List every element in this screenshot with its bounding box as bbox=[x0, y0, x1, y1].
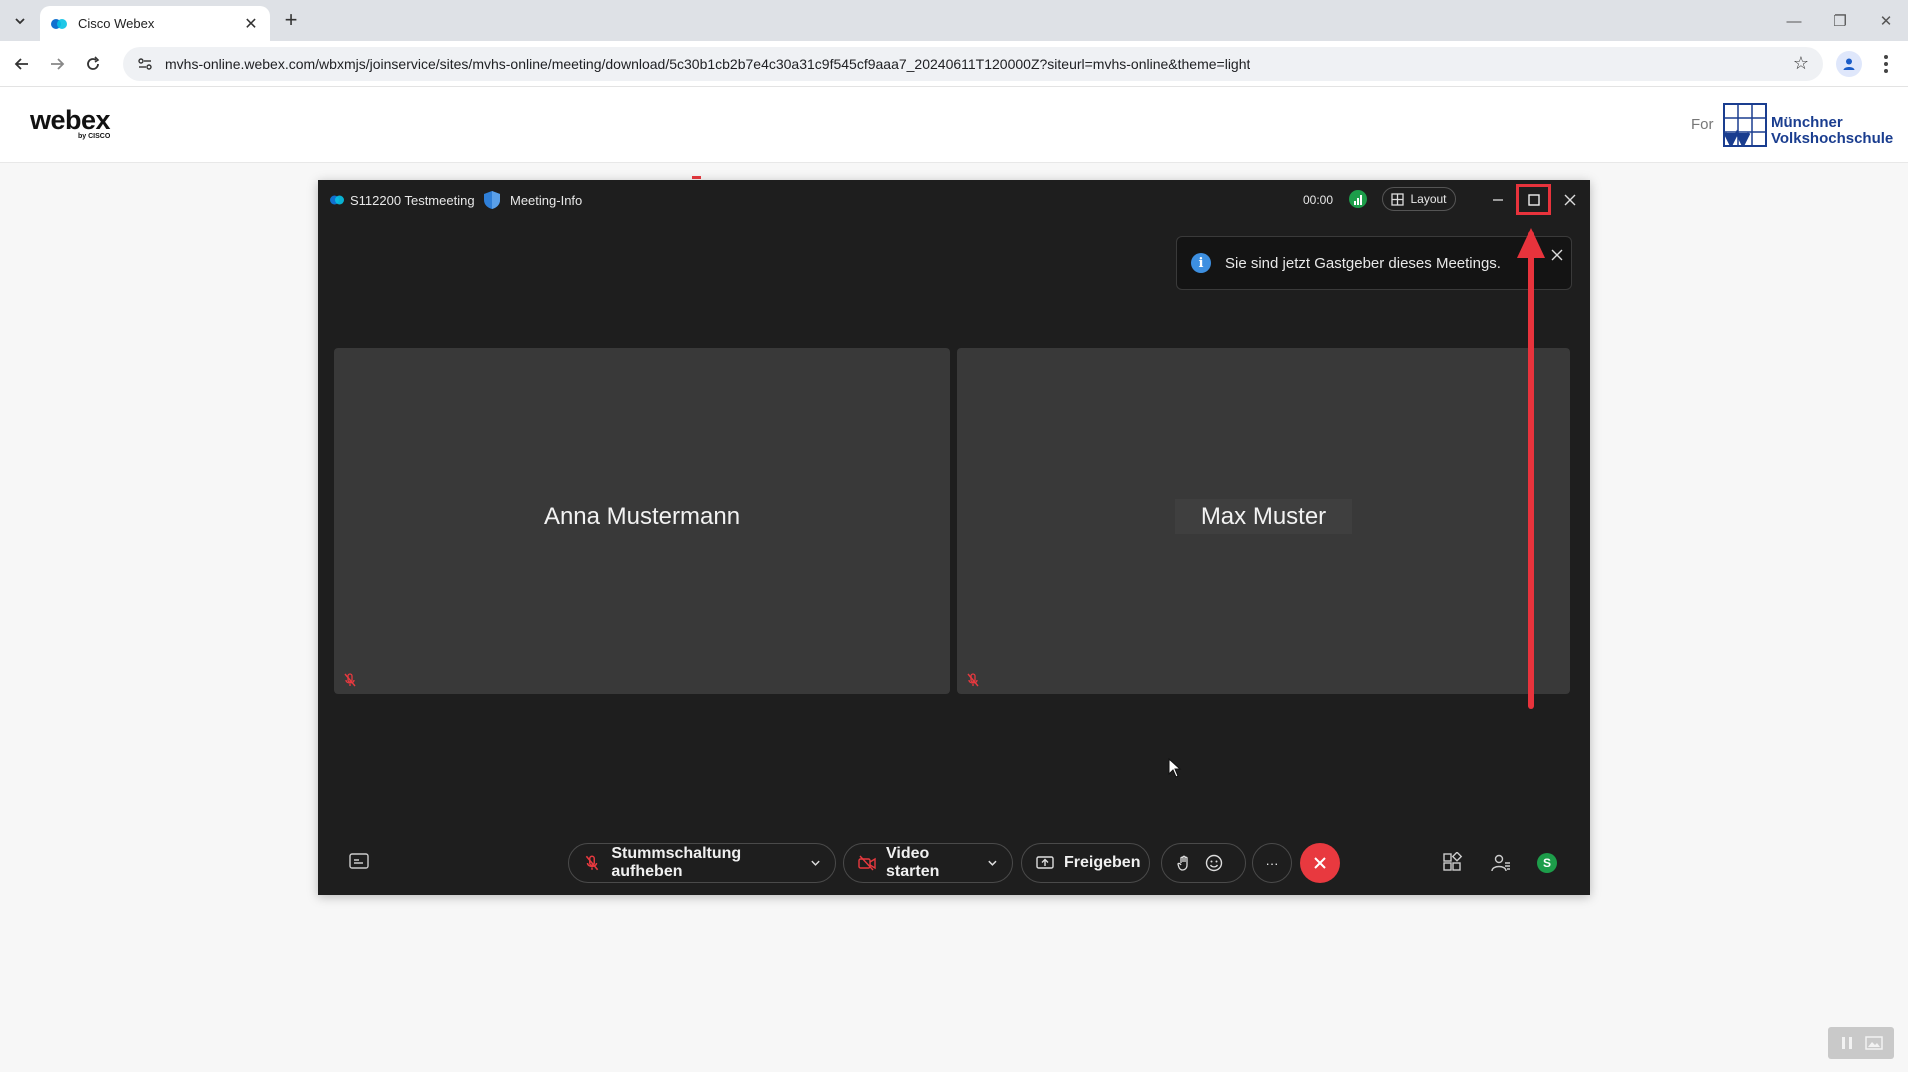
close-icon bbox=[1314, 857, 1326, 869]
meeting-timer: 00:00 bbox=[1303, 193, 1334, 207]
layout-label: Layout bbox=[1410, 192, 1447, 206]
chevron-down-icon bbox=[15, 18, 25, 25]
start-video-button[interactable]: Video starten bbox=[843, 843, 1013, 883]
url-text: mvhs-online.webex.com/wbxmjs/joinservice… bbox=[165, 56, 1251, 72]
tab-close-icon[interactable]: ✕ bbox=[242, 14, 260, 34]
mvhs-logo-text: Münchner Volkshochschule bbox=[1771, 115, 1893, 147]
host-notification-toast: i Sie sind jetzt Gastgeber dieses Meetin… bbox=[1176, 236, 1572, 290]
more-options-button[interactable]: ··· bbox=[1252, 843, 1292, 883]
layout-button[interactable]: Layout bbox=[1382, 187, 1456, 211]
meeting-minimize-button[interactable] bbox=[1486, 188, 1510, 212]
start-video-label: Video starten bbox=[886, 845, 940, 880]
person-icon bbox=[1843, 58, 1855, 70]
browser-toolbar: mvhs-online.webex.com/wbxmjs/joinservice… bbox=[0, 41, 1908, 87]
mic-muted-icon bbox=[583, 853, 601, 873]
apps-icon[interactable] bbox=[1442, 852, 1464, 874]
close-icon bbox=[1564, 194, 1576, 206]
reload-icon bbox=[87, 56, 100, 70]
browser-menu-icon[interactable] bbox=[1876, 51, 1896, 77]
red-marker bbox=[692, 176, 701, 179]
site-info-icon[interactable] bbox=[135, 54, 155, 74]
meeting-name: S112200 Testmeeting bbox=[350, 193, 475, 208]
maximize-icon bbox=[1527, 193, 1540, 206]
for-label: For bbox=[1691, 116, 1714, 133]
mvhs-line2: Volkshochschule bbox=[1771, 130, 1894, 147]
new-tab-button[interactable]: + bbox=[279, 9, 303, 33]
mvhs-line1: Münchner bbox=[1771, 114, 1843, 131]
webex-logo-sub: by CISCO bbox=[78, 133, 111, 140]
layout-grid-icon bbox=[1391, 192, 1405, 206]
window-close-button[interactable]: ✕ bbox=[1866, 8, 1906, 34]
toast-close-icon[interactable] bbox=[1549, 247, 1565, 263]
share-button[interactable]: Freigeben bbox=[1021, 843, 1150, 883]
mic-muted-icon bbox=[344, 673, 356, 687]
profile-avatar[interactable] bbox=[1836, 51, 1862, 77]
raise-hand-icon[interactable] bbox=[1174, 853, 1194, 873]
network-signal-icon[interactable] bbox=[1349, 190, 1367, 208]
arrow-left-icon bbox=[14, 58, 28, 70]
meeting-window: S112200 Testmeeting Meeting-Info 00:00 L… bbox=[318, 180, 1590, 895]
minimize-icon bbox=[1493, 199, 1503, 201]
reactions-group bbox=[1161, 843, 1246, 883]
meeting-maximize-button[interactable] bbox=[1516, 184, 1551, 215]
mvhs-logo-icon bbox=[1723, 103, 1767, 147]
video-off-icon bbox=[858, 853, 876, 873]
webex-app-icon bbox=[330, 195, 344, 205]
share-label: Freigeben bbox=[1064, 854, 1141, 871]
recorder-widget[interactable] bbox=[1828, 1027, 1894, 1059]
share-screen-icon bbox=[1036, 853, 1054, 873]
window-minimize-button[interactable]: — bbox=[1774, 8, 1814, 34]
reload-button[interactable] bbox=[80, 51, 106, 77]
chevron-down-icon[interactable] bbox=[987, 857, 998, 869]
site-header: webex by CISCO For Münchner Volkshochsch… bbox=[0, 87, 1908, 163]
pause-icon bbox=[1842, 1037, 1852, 1049]
meeting-info-button[interactable]: Meeting-Info bbox=[510, 193, 582, 208]
back-button[interactable] bbox=[9, 51, 35, 77]
toast-message: Sie sind jetzt Gastgeber dieses Meetings… bbox=[1225, 254, 1501, 272]
participants-icon[interactable] bbox=[1490, 852, 1512, 874]
participant-name-wrap: Max Muster bbox=[957, 499, 1570, 534]
webex-favicon-icon bbox=[51, 18, 67, 29]
participant-name: Max Muster bbox=[1174, 499, 1353, 534]
shield-icon[interactable] bbox=[483, 190, 501, 210]
tab-title: Cisco Webex bbox=[78, 16, 155, 31]
unmute-button[interactable]: Stummschaltung aufheben bbox=[568, 843, 836, 883]
participant-tile[interactable]: Max Muster bbox=[957, 348, 1570, 694]
bookmark-star-icon[interactable]: ☆ bbox=[1787, 49, 1815, 77]
webex-logo: webex by CISCO bbox=[30, 105, 111, 141]
chevron-down-icon[interactable] bbox=[810, 857, 821, 869]
info-icon: i bbox=[1191, 253, 1211, 273]
browser-tab-active[interactable]: Cisco Webex ✕ bbox=[40, 6, 270, 41]
participant-name: Anna Mustermann bbox=[543, 503, 741, 530]
arrow-right-icon bbox=[51, 58, 65, 70]
reactions-icon[interactable] bbox=[1204, 853, 1224, 873]
window-restore-button[interactable]: ❐ bbox=[1820, 8, 1860, 34]
more-options-icon: ··· bbox=[1265, 855, 1279, 871]
browser-tab-strip: Cisco Webex ✕ + — ❐ ✕ bbox=[0, 0, 1908, 41]
unmute-label: Stummschaltung aufheben bbox=[611, 845, 742, 880]
mic-muted-icon bbox=[967, 673, 979, 687]
picture-icon bbox=[1865, 1036, 1883, 1050]
closed-captions-icon[interactable] bbox=[348, 852, 370, 872]
address-bar[interactable]: mvhs-online.webex.com/wbxmjs/joinservice… bbox=[123, 47, 1823, 81]
self-avatar[interactable]: S bbox=[1537, 853, 1557, 873]
meeting-close-button[interactable] bbox=[1558, 188, 1582, 212]
mouse-cursor-icon bbox=[1168, 758, 1182, 778]
webex-logo-text: webex bbox=[30, 105, 111, 135]
forward-button[interactable] bbox=[44, 51, 70, 77]
red-arrow-annotation-icon bbox=[1517, 228, 1545, 709]
participant-tile[interactable]: Anna Mustermann bbox=[334, 348, 950, 694]
meeting-titlebar: S112200 Testmeeting Meeting-Info 00:00 L… bbox=[318, 180, 1590, 220]
leave-meeting-button[interactable] bbox=[1300, 843, 1340, 883]
tab-search-button[interactable] bbox=[8, 9, 32, 33]
